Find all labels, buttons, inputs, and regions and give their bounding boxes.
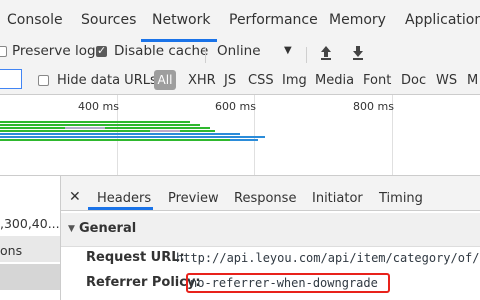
filter-type-media[interactable]: Media	[315, 73, 354, 88]
timeline-tick-label: 400 ms	[78, 100, 119, 113]
request-url-key: Request URL:	[86, 250, 185, 265]
preserve-log-checkbox[interactable]	[0, 46, 7, 57]
filter-type-all[interactable]: All	[154, 70, 176, 90]
filter-type-manifest[interactable]: M	[467, 73, 478, 88]
devtools-tab-bar: Console Sources Network Performance Memo…	[0, 0, 480, 43]
import-har-icon[interactable]	[319, 44, 333, 64]
toolbar-divider	[205, 47, 206, 63]
request-details-panel: ✕ Headers Preview Response Initiator Tim…	[61, 176, 480, 300]
timeline-bar	[0, 136, 265, 138]
timeline-bar	[65, 127, 105, 129]
network-toolbar: Preserve log Disable cache Online ▼	[0, 42, 480, 69]
request-row-name[interactable]: ons	[0, 243, 22, 258]
timeline-bar	[0, 124, 200, 126]
filter-type-ws[interactable]: WS	[436, 73, 457, 88]
disable-cache-label: Disable cache	[114, 43, 209, 59]
preserve-log-label: Preserve log	[12, 43, 96, 59]
request-row-selected[interactable]	[0, 264, 60, 290]
hide-data-urls-label: Hide data URLs	[57, 73, 157, 88]
timeline-overview[interactable]: 400 ms 600 ms 800 ms	[0, 95, 480, 176]
tab-headers[interactable]: Headers	[97, 191, 151, 206]
referrer-policy-key: Referrer Policy:	[86, 275, 201, 290]
tab-network[interactable]: Network	[152, 12, 210, 28]
filter-type-xhr[interactable]: XHR	[188, 73, 216, 88]
timeline-tick-label: 600 ms	[215, 100, 256, 113]
filter-type-font[interactable]: Font	[363, 73, 391, 88]
close-icon[interactable]: ✕	[69, 189, 81, 205]
throttling-select[interactable]: Online	[217, 43, 261, 59]
export-har-icon[interactable]	[351, 44, 365, 64]
filter-type-img[interactable]: Img	[282, 73, 307, 88]
timeline-bar	[230, 139, 258, 141]
filter-type-doc[interactable]: Doc	[401, 73, 426, 88]
disable-cache-checkbox[interactable]	[96, 44, 107, 57]
timeline-bar	[0, 139, 230, 141]
tab-response[interactable]: Response	[234, 191, 296, 206]
general-section-title: General	[79, 221, 137, 236]
detail-tab-bar: ✕ Headers Preview Response Initiator Tim…	[61, 176, 480, 211]
tab-sources[interactable]: Sources	[81, 12, 136, 28]
triangle-down-icon[interactable]: ▼	[68, 224, 75, 234]
chevron-down-icon[interactable]: ▼	[284, 45, 292, 56]
timeline-bar	[0, 133, 240, 135]
tab-console[interactable]: Console	[7, 12, 63, 28]
request-row-name[interactable]: ,300,40...	[0, 216, 60, 231]
general-section-header[interactable]: ▼ General	[61, 213, 480, 247]
timeline-bar	[0, 130, 215, 132]
tab-memory[interactable]: Memory	[329, 12, 386, 28]
timeline-bar	[0, 127, 210, 129]
hide-data-urls-checkbox[interactable]	[38, 75, 49, 86]
request-url-value: http://api.leyou.com/api/item/category/o…	[176, 251, 480, 265]
timeline-bar	[150, 130, 180, 132]
filter-type-css[interactable]: CSS	[248, 73, 274, 88]
tab-performance[interactable]: Performance	[229, 12, 318, 28]
toolbar-divider	[306, 47, 307, 63]
tab-timing[interactable]: Timing	[379, 191, 423, 206]
filter-bar: Hide data URLs All XHR JS CSS Img Media …	[0, 68, 480, 95]
referrer-policy-value: no-referrer-when-downgrade	[190, 276, 378, 290]
active-tab-indicator	[88, 207, 153, 210]
filter-input[interactable]	[0, 69, 22, 89]
request-list: ,300,40... ons	[0, 176, 61, 300]
tab-application[interactable]: Application	[405, 12, 480, 28]
timeline-tick-label: 800 ms	[353, 100, 394, 113]
tab-preview[interactable]: Preview	[168, 191, 219, 206]
timeline-bar	[0, 121, 190, 123]
tab-initiator[interactable]: Initiator	[312, 191, 363, 206]
filter-type-js[interactable]: JS	[224, 73, 236, 88]
